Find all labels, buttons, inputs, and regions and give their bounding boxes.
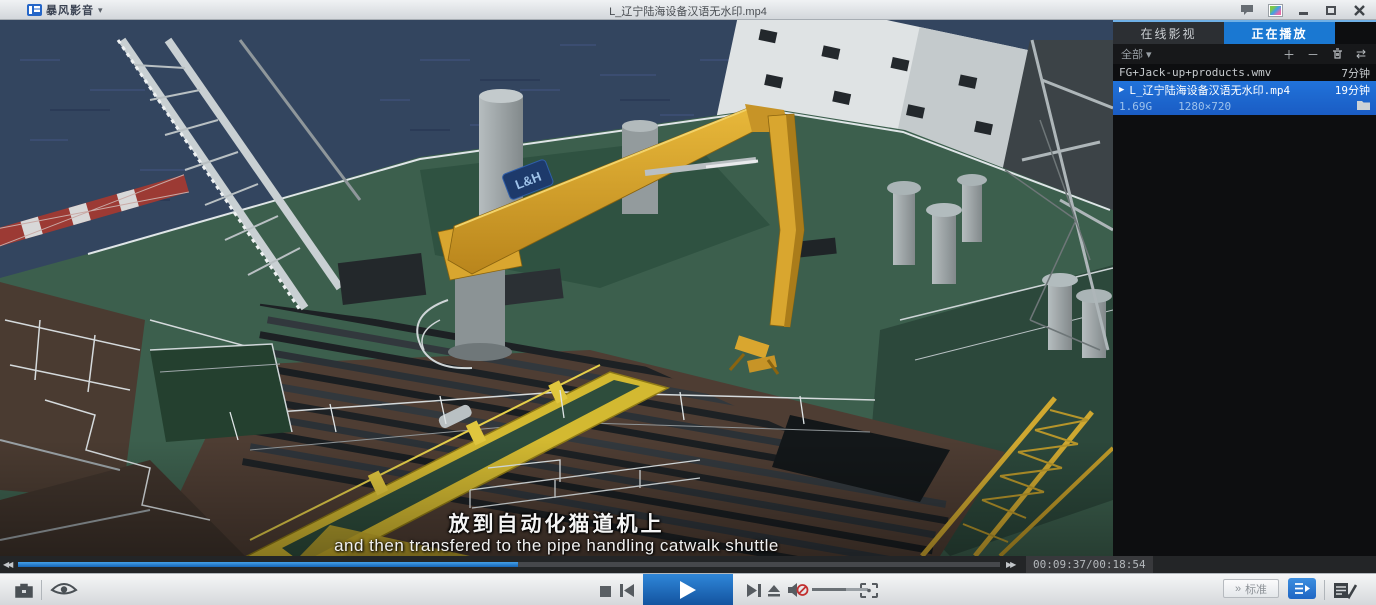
file-size: 1.69G (1119, 100, 1152, 113)
previous-button[interactable] (618, 582, 636, 598)
close-button[interactable] (1350, 3, 1368, 17)
refresh-icon[interactable]: ⇄ (1354, 47, 1368, 61)
fast-forward-icon[interactable]: ▶▶ (1006, 557, 1014, 572)
mute-button[interactable] (786, 581, 810, 599)
rewind-icon[interactable]: ◀◀ (3, 557, 11, 572)
video-frame-offshore-rig-scene: L&H (0, 20, 1113, 556)
comment-icon (1240, 4, 1254, 16)
feedback-button[interactable] (1238, 3, 1256, 17)
volume-muted-icon (787, 582, 809, 598)
progress-fill (18, 562, 518, 567)
eject-button[interactable] (765, 582, 783, 598)
media-player-window: 暴风影音 ▾ L_辽宁陆海设备汉语无水印.mp4 (0, 0, 1376, 605)
subtitle-english: and then transfered to the pipe handling… (0, 536, 1113, 556)
open-folder-icon[interactable] (1357, 100, 1370, 113)
playlist-toggle-button[interactable] (1288, 578, 1316, 599)
video-display-area[interactable]: L&H (0, 20, 1113, 556)
file-resolution: 1280×720 (1178, 100, 1231, 113)
volume-fill (812, 588, 846, 591)
toolbox-icon (15, 583, 33, 598)
remove-icon[interactable]: － (1306, 47, 1320, 61)
play-settings-button[interactable] (1332, 579, 1358, 601)
playlist-toggle-icon (1294, 582, 1310, 595)
panel-tabs: 在线影视 正在播放 (1113, 22, 1376, 44)
tab-now-playing[interactable]: 正在播放 (1224, 22, 1335, 44)
maximize-icon (1326, 6, 1336, 15)
speed-standard-label: 标准 (1245, 581, 1267, 597)
eject-icon (767, 584, 781, 597)
tab-online-video[interactable]: 在线影视 (1113, 22, 1224, 44)
fullscreen-button[interactable] (858, 581, 880, 599)
maximize-button[interactable] (1322, 3, 1340, 17)
playlist-item-2-active[interactable]: ▶ L_辽宁陆海设备汉语无水印.mp4 19分钟 1.69G 1280×720 (1113, 81, 1376, 115)
control-bar: » 标准 (0, 573, 1376, 605)
title-bar: 暴风影音 ▾ L_辽宁陆海设备汉语无水印.mp4 (0, 0, 1376, 20)
stop-button[interactable] (598, 584, 612, 598)
eye-protect-button[interactable] (48, 580, 80, 600)
add-icon[interactable]: ＋ (1282, 47, 1296, 61)
eye-icon (50, 582, 78, 598)
fullscreen-icon (860, 583, 878, 598)
playlist-item-1[interactable]: FG+Jack-up+products.wmv 7分钟 (1113, 64, 1376, 81)
play-icon (680, 581, 696, 599)
seek-strip: ◀◀ ▶▶ 00:09:37/00:18:54 (0, 556, 1376, 573)
skin-button[interactable] (1266, 3, 1284, 17)
next-icon (747, 584, 761, 597)
playlist-item-1-duration: 7分钟 (1341, 65, 1370, 81)
filter-all-dropdown[interactable]: 全部 ▾ (1121, 46, 1152, 62)
playlist-toolbar: 全部 ▾ ＋ － ⇄ (1113, 44, 1376, 64)
speed-standard-button[interactable]: » 标准 (1223, 579, 1279, 598)
stop-icon (600, 586, 611, 597)
toolbox-button[interactable] (14, 581, 34, 599)
skin-icon (1269, 5, 1282, 16)
minimize-icon (1299, 12, 1308, 15)
divider (1324, 580, 1325, 600)
window-title: L_辽宁陆海设备汉语无水印.mp4 (0, 3, 1376, 19)
catwalk-hopper (150, 344, 292, 442)
speed-chevrons: » (1235, 583, 1241, 595)
notes-check-icon (1333, 581, 1357, 600)
seek-bar[interactable] (18, 562, 1000, 567)
minimize-button[interactable] (1294, 3, 1312, 17)
close-icon (1354, 5, 1365, 16)
subtitle-chinese: 放到自动化猫道机上 (0, 508, 1113, 538)
playlist-panel: 在线影视 正在播放 全部 ▾ ＋ － ⇄ FG+Jack-up+products… (1113, 20, 1376, 556)
now-playing-icon: ▶ (1119, 85, 1124, 95)
next-button[interactable] (745, 582, 763, 598)
filter-caret-icon: ▾ (1146, 48, 1152, 61)
trash-icon[interactable] (1330, 47, 1344, 61)
play-button[interactable] (643, 574, 733, 605)
playlist-item-2-duration: 19分钟 (1335, 82, 1370, 98)
time-display: 00:09:37/00:18:54 (1026, 556, 1153, 573)
playlist: FG+Jack-up+products.wmv 7分钟 ▶ L_辽宁陆海设备汉语… (1113, 64, 1376, 115)
previous-icon (620, 584, 634, 597)
divider (41, 580, 42, 600)
